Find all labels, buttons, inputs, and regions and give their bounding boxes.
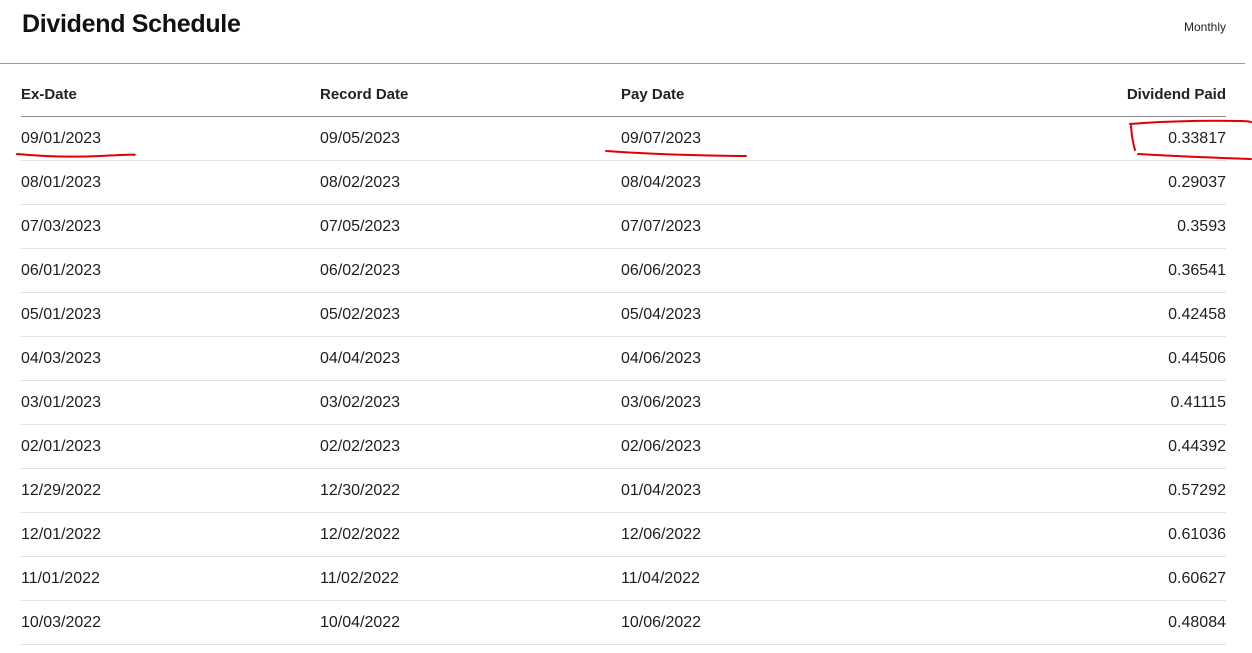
record-date-cell: 09/05/2023 bbox=[320, 116, 621, 161]
record-date-cell: 12/02/2022 bbox=[320, 512, 621, 557]
table-row: 02/01/2023 02/02/2023 02/06/2023 0.44392 bbox=[21, 424, 1226, 469]
pay-date-cell: 11/04/2022 bbox=[621, 556, 921, 601]
page-header: Dividend Schedule Monthly bbox=[0, 0, 1245, 64]
table-row: 03/01/2023 03/02/2023 03/06/2023 0.41115 bbox=[21, 380, 1226, 425]
pay-date-cell: 02/06/2023 bbox=[621, 424, 921, 469]
record-date-cell: 11/02/2022 bbox=[320, 556, 621, 601]
table-row: 12/29/2022 12/30/2022 01/04/2023 0.57292 bbox=[21, 468, 1226, 513]
pay-date-cell: 08/04/2023 bbox=[621, 160, 921, 205]
payout-frequency-label: Monthly bbox=[1183, 20, 1226, 34]
record-date-cell: 03/02/2023 bbox=[320, 380, 621, 425]
ex-date-cell: 10/03/2022 bbox=[21, 600, 320, 645]
ex-date-cell: 12/01/2022 bbox=[21, 512, 320, 557]
column-header-ex-date: Ex-Date bbox=[21, 73, 320, 117]
table-row: 09/01/2023 09/05/2023 09/07/2023 0.33817 bbox=[21, 116, 1226, 161]
dividend-paid-cell: 0.44392 bbox=[921, 424, 1226, 469]
record-date-cell: 08/02/2023 bbox=[320, 160, 621, 205]
table-row: 08/01/2023 08/02/2023 08/04/2023 0.29037 bbox=[21, 160, 1226, 205]
record-date-cell: 12/30/2022 bbox=[320, 468, 621, 513]
dividend-paid-cell: 0.33817 bbox=[921, 116, 1226, 161]
ex-date-cell: 02/01/2023 bbox=[21, 424, 320, 469]
pay-date-cell: 09/07/2023 bbox=[621, 116, 921, 161]
dividend-schedule-table: Ex-Date Record Date Pay Date Dividend Pa… bbox=[21, 73, 1226, 645]
dividend-paid-cell: 0.29037 bbox=[921, 160, 1226, 205]
pay-date-cell: 07/07/2023 bbox=[621, 204, 921, 249]
pay-date-cell: 03/06/2023 bbox=[621, 380, 921, 425]
ex-date-cell: 11/01/2022 bbox=[21, 556, 320, 601]
page-title: Dividend Schedule bbox=[22, 10, 241, 38]
dividend-paid-cell: 0.42458 bbox=[921, 292, 1226, 337]
table-row: 05/01/2023 05/02/2023 05/04/2023 0.42458 bbox=[21, 292, 1226, 337]
record-date-cell: 04/04/2023 bbox=[320, 336, 621, 381]
table-header-row: Ex-Date Record Date Pay Date Dividend Pa… bbox=[21, 73, 1226, 117]
dividend-paid-cell: 0.61036 bbox=[921, 512, 1226, 557]
column-header-record-date: Record Date bbox=[320, 73, 621, 117]
column-header-pay-date: Pay Date bbox=[621, 73, 921, 117]
ex-date-cell: 03/01/2023 bbox=[21, 380, 320, 425]
ex-date-cell: 12/29/2022 bbox=[21, 468, 320, 513]
dividend-paid-cell: 0.57292 bbox=[921, 468, 1226, 513]
table-row: 12/01/2022 12/02/2022 12/06/2022 0.61036 bbox=[21, 512, 1226, 557]
table-row: 06/01/2023 06/02/2023 06/06/2023 0.36541 bbox=[21, 248, 1226, 293]
dividend-paid-cell: 0.3593 bbox=[921, 204, 1226, 249]
ex-date-cell: 06/01/2023 bbox=[21, 248, 320, 293]
ex-date-cell: 08/01/2023 bbox=[21, 160, 320, 205]
column-header-dividend-paid: Dividend Paid bbox=[921, 73, 1226, 117]
ex-date-cell: 09/01/2023 bbox=[21, 116, 320, 161]
ex-date-cell: 07/03/2023 bbox=[21, 204, 320, 249]
ex-date-cell: 04/03/2023 bbox=[21, 336, 320, 381]
pay-date-cell: 12/06/2022 bbox=[621, 512, 921, 557]
ex-date-cell: 05/01/2023 bbox=[21, 292, 320, 337]
pay-date-cell: 01/04/2023 bbox=[621, 468, 921, 513]
pay-date-cell: 06/06/2023 bbox=[621, 248, 921, 293]
pay-date-cell: 05/04/2023 bbox=[621, 292, 921, 337]
dividend-paid-cell: 0.48084 bbox=[921, 600, 1226, 645]
dividend-paid-cell: 0.60627 bbox=[921, 556, 1226, 601]
table-row: 11/01/2022 11/02/2022 11/04/2022 0.60627 bbox=[21, 556, 1226, 601]
dividend-paid-cell: 0.44506 bbox=[921, 336, 1226, 381]
dividend-paid-cell: 0.41115 bbox=[921, 380, 1226, 425]
record-date-cell: 05/02/2023 bbox=[320, 292, 621, 337]
table-row: 04/03/2023 04/04/2023 04/06/2023 0.44506 bbox=[21, 336, 1226, 381]
dividend-paid-cell: 0.36541 bbox=[921, 248, 1226, 293]
record-date-cell: 06/02/2023 bbox=[320, 248, 621, 293]
pay-date-cell: 10/06/2022 bbox=[621, 600, 921, 645]
record-date-cell: 07/05/2023 bbox=[320, 204, 621, 249]
record-date-cell: 02/02/2023 bbox=[320, 424, 621, 469]
pay-date-cell: 04/06/2023 bbox=[621, 336, 921, 381]
table-row: 10/03/2022 10/04/2022 10/06/2022 0.48084 bbox=[21, 600, 1226, 645]
table-row: 07/03/2023 07/05/2023 07/07/2023 0.3593 bbox=[21, 204, 1226, 249]
record-date-cell: 10/04/2022 bbox=[320, 600, 621, 645]
